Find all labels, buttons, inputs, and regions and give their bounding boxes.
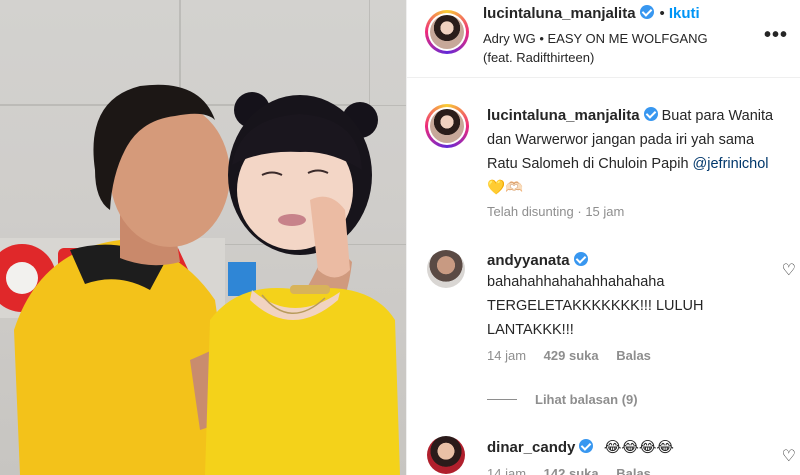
caption-time[interactable]: 15 jam xyxy=(585,204,624,219)
comment-likes[interactable]: 429 suka xyxy=(544,348,599,363)
caption-meta: Telah disunting · 15 jam xyxy=(487,204,624,219)
verified-badge-icon xyxy=(639,5,654,19)
more-horizontal-icon[interactable]: ••• xyxy=(764,24,788,47)
comment-andyyanata: andyyanata bahahahhahahahhahahaha TERGEL… xyxy=(487,252,777,342)
comment-meta: 14 jam 429 suka Balas xyxy=(487,348,651,363)
view-replies-label[interactable]: Lihat balasan (9) xyxy=(535,392,638,407)
post-header: lucintaluna_manjalita • Ikuti Adry WG • EA… xyxy=(407,0,800,78)
comment-time[interactable]: 14 jam xyxy=(487,348,526,363)
author-username[interactable]: lucintaluna_manjalita xyxy=(483,5,636,22)
photo-illustration xyxy=(0,84,400,475)
author-avatar[interactable] xyxy=(425,10,469,54)
audio-track[interactable]: Adry WG • EASY ON ME WOLFGANG (feat. Rad… xyxy=(483,29,733,67)
view-replies[interactable]: Lihat balasan (9) xyxy=(487,392,638,407)
verified-badge-icon xyxy=(643,107,658,121)
comment-dinar-candy: dinar_candy 😂😂😂😂 xyxy=(487,438,777,457)
verified-badge-icon xyxy=(573,252,588,266)
comment-text: 😂😂😂😂 xyxy=(603,439,674,456)
header-user-line: lucintaluna_manjalita • Ikuti xyxy=(483,5,700,23)
post-side-panel: lucintaluna_manjalita • Ikuti Adry WG • EA… xyxy=(407,0,800,475)
comment-author[interactable]: andyyanata xyxy=(487,252,570,269)
like-heart-icon[interactable]: ♡ xyxy=(782,446,796,466)
caption-author-avatar[interactable] xyxy=(425,104,469,148)
caption-emoji: 💛🫶🏻 xyxy=(487,180,524,196)
commenter-avatar[interactable] xyxy=(427,250,465,288)
reply-button[interactable]: Balas xyxy=(616,348,651,363)
meta-dot: · xyxy=(577,204,582,219)
comment-meta: 14 jam 142 suka Balas xyxy=(487,466,651,475)
post-media[interactable] xyxy=(0,0,406,475)
reply-button[interactable]: Balas xyxy=(616,466,651,475)
edited-label: Telah disunting xyxy=(487,204,574,219)
commenter-avatar[interactable] xyxy=(427,436,465,474)
comment-text: bahahahhahahahhahahaha TERGELETAKKKKKKK!… xyxy=(487,274,704,338)
verified-badge-icon xyxy=(579,439,594,453)
comment-author[interactable]: dinar_candy xyxy=(487,439,575,456)
comment-likes[interactable]: 142 suka xyxy=(544,466,599,475)
like-heart-icon[interactable]: ♡ xyxy=(782,260,796,280)
caption-mention[interactable]: @jefrinichol xyxy=(693,156,769,172)
follow-button[interactable]: Ikuti xyxy=(669,5,700,22)
comment-time[interactable]: 14 jam xyxy=(487,466,526,475)
caption: lucintaluna_manjalita Buat para Wanita d… xyxy=(487,104,787,200)
replies-line xyxy=(487,399,517,400)
caption-author[interactable]: lucintaluna_manjalita xyxy=(487,107,640,124)
separator-dot: • xyxy=(659,5,665,22)
